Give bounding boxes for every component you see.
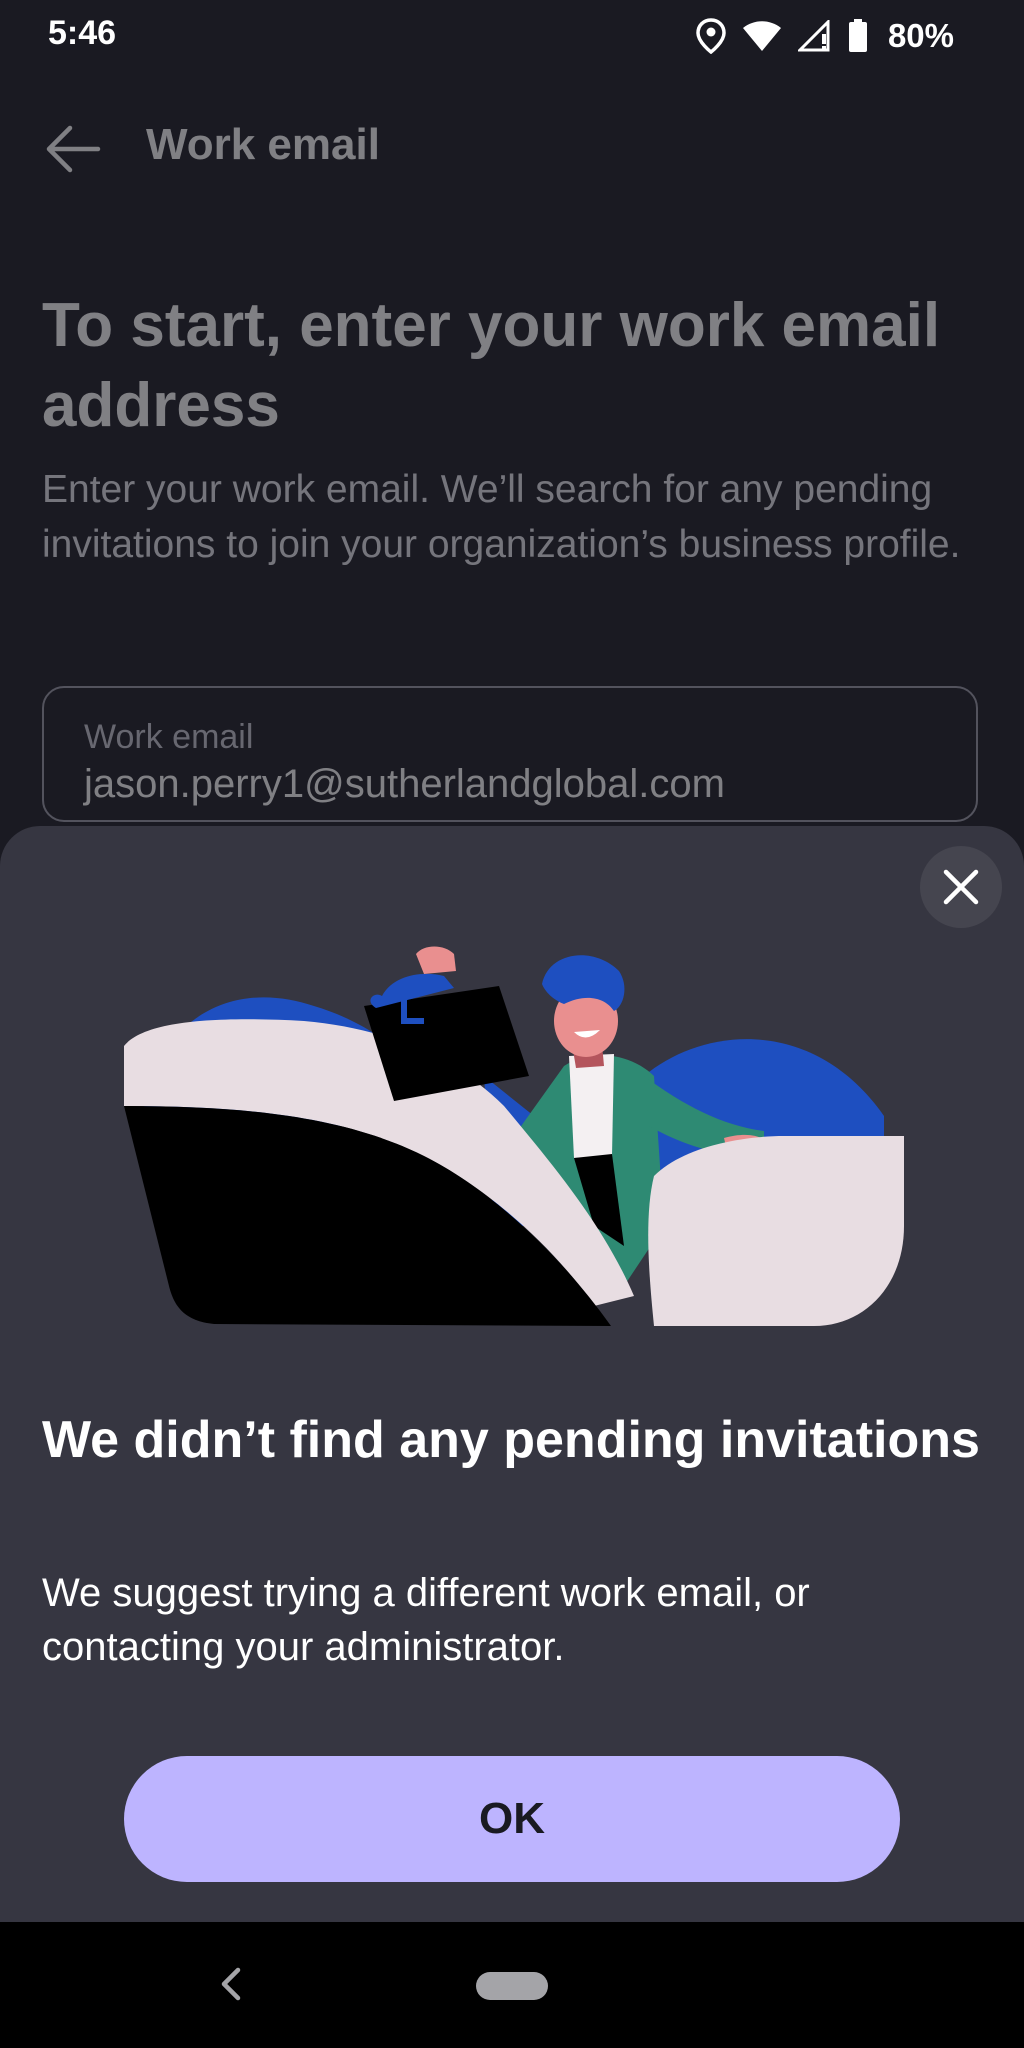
person-in-car-illustration	[124, 946, 904, 1326]
back-button[interactable]	[40, 116, 106, 182]
nav-back-button[interactable]	[210, 1962, 250, 2006]
battery-percentage: 80%	[887, 17, 954, 54]
status-icons: 80%	[696, 14, 954, 58]
email-field-label: Work email	[84, 718, 254, 756]
chevron-left-icon	[221, 1967, 241, 2001]
app-bar-title: Work email	[146, 120, 380, 169]
status-time: 5:46	[48, 14, 117, 52]
system-nav-bar	[0, 1922, 1024, 2048]
page-heading: To start, enter your work email address	[42, 291, 941, 440]
battery-icon	[848, 19, 868, 53]
close-button[interactable]	[920, 846, 1002, 928]
work-email-field[interactable]: Work email jason.perry1@sutherlandglobal…	[42, 686, 978, 822]
sheet-body: We suggest trying a different work email…	[42, 1571, 810, 1669]
arrow-left-icon	[46, 125, 101, 173]
app-bar: Work email	[0, 74, 1024, 218]
wifi-icon	[742, 20, 782, 52]
signal-icon	[797, 20, 832, 52]
home-pill-button[interactable]	[476, 1972, 548, 2000]
page-description: Enter your work email. We’ll search for …	[42, 468, 961, 566]
no-invitations-sheet: We didn’t find any pending invitations W…	[0, 826, 1024, 1922]
ok-button[interactable]: OK	[124, 1756, 900, 1882]
status-bar: 5:46 80%	[0, 0, 1024, 74]
sheet-title: We didn’t find any pending invitations	[42, 1411, 980, 1469]
close-icon	[943, 869, 979, 905]
email-field-value[interactable]: jason.perry1@sutherlandglobal.com	[84, 762, 725, 807]
location-icon	[696, 18, 726, 54]
